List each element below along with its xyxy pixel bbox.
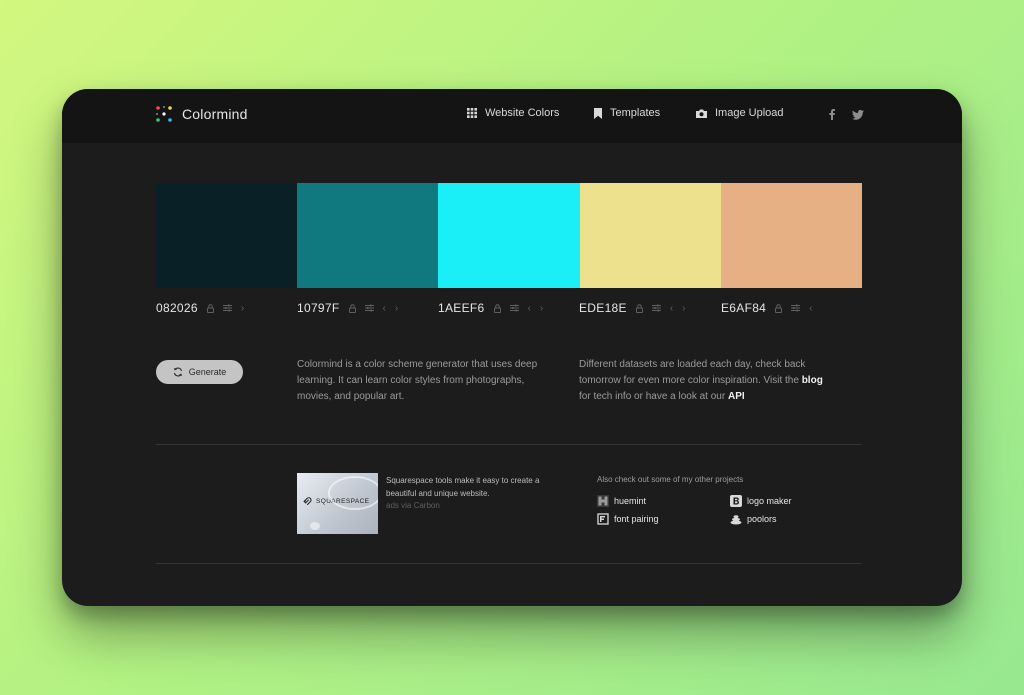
lock-icon[interactable] [348,303,356,313]
chevron-left-icon[interactable]: ‹ [809,303,812,314]
project-label: huemint [614,496,647,506]
chevron-left-icon[interactable]: ‹ [528,303,531,314]
adjust-icon[interactable] [222,304,232,312]
huemint-icon [597,495,609,507]
ad-image[interactable]: SQUARESPACE [297,473,378,534]
adjust-icon[interactable] [651,304,661,312]
adjust-icon[interactable] [791,304,801,312]
divider [156,444,862,445]
chevron-right-icon[interactable]: › [682,303,685,314]
project-font-pairing[interactable]: font pairing [597,513,659,525]
project-label: font pairing [614,514,659,524]
nav-templates[interactable]: Templates [594,107,660,119]
twitter-icon [852,110,864,120]
chevron-right-icon[interactable]: › [395,303,398,314]
chevron-left-icon[interactable]: ‹ [670,303,673,314]
project-label: logo maker [747,496,792,506]
bookmark-icon [594,107,602,119]
color-swatch[interactable] [156,183,298,288]
swatch-controls: 1AEEF6 ‹ › [438,301,552,315]
swatch-controls: EDE18E ‹ › [579,301,695,315]
description-info-text: Different datasets are loaded each day, … [579,359,806,386]
hex-value[interactable]: 082026 [156,301,198,315]
facebook-icon [829,109,835,120]
lock-icon[interactable] [493,303,501,313]
divider [156,563,862,564]
lock-icon[interactable] [635,303,643,313]
adjust-icon[interactable] [509,304,519,312]
grid-icon [467,108,477,118]
project-logo-maker[interactable]: logo maker [730,495,792,507]
swatch-controls: E6AF84 ‹ [721,301,822,315]
lock-icon[interactable] [775,303,783,313]
color-palette [156,183,862,288]
swatch-controls: 082026 › [156,301,253,315]
generate-label: Generate [188,367,227,377]
ad-decoration [310,476,378,530]
colormind-logo-icon [156,106,172,122]
hex-value[interactable]: 10797F [297,301,340,315]
chevron-right-icon[interactable]: › [540,303,543,314]
lock-icon[interactable] [206,303,214,313]
project-poolors[interactable]: poolors [730,513,777,525]
color-swatch[interactable] [438,183,580,288]
hex-value[interactable]: 1AEEF6 [438,301,485,315]
adjust-icon[interactable] [364,304,374,312]
app-window: Colormind Website Colors Templates Image… [62,89,962,606]
logo[interactable]: Colormind [155,105,248,123]
chevron-right-icon[interactable]: › [241,303,244,314]
project-label: poolors [747,514,777,524]
twitter-link[interactable] [852,107,864,125]
camera-icon [696,109,707,118]
logo-maker-icon [730,495,742,507]
facebook-link[interactable] [829,107,835,125]
nav-templates-label: Templates [610,107,661,119]
color-swatch[interactable] [579,183,721,288]
ads-via-link[interactable]: ads via Carbon [386,501,440,510]
font-pairing-icon [597,513,609,525]
blog-link[interactable]: blog [802,375,823,386]
description-info: Different datasets are loaded each day, … [579,357,829,405]
refresh-icon [173,367,182,377]
hex-value[interactable]: E6AF84 [721,301,766,315]
navbar: Colormind Website Colors Templates Image… [62,89,962,143]
ad-text[interactable]: Squarespace tools make it easy to create… [386,474,566,500]
description-text: Colormind is a color scheme generator th… [297,359,538,402]
generate-button[interactable]: Generate [156,360,243,384]
swatch-controls: 10797F ‹ › [297,301,407,315]
color-swatch[interactable] [720,183,862,288]
app-name: Colormind [182,106,248,122]
api-link[interactable]: API [728,391,745,402]
color-swatch[interactable] [297,183,439,288]
nav-website-colors[interactable]: Website Colors [467,107,559,119]
nav-website-colors-label: Website Colors [485,107,560,119]
projects-heading: Also check out some of my other projects [597,475,744,484]
description-info-text: for tech info or have a look at our [579,391,726,402]
hex-value[interactable]: EDE18E [579,301,627,315]
project-huemint[interactable]: huemint [597,495,646,507]
nav-image-upload-label: Image Upload [715,107,784,119]
poolors-icon [730,515,742,525]
nav-image-upload[interactable]: Image Upload [696,107,784,119]
chevron-left-icon[interactable]: ‹ [383,303,386,314]
